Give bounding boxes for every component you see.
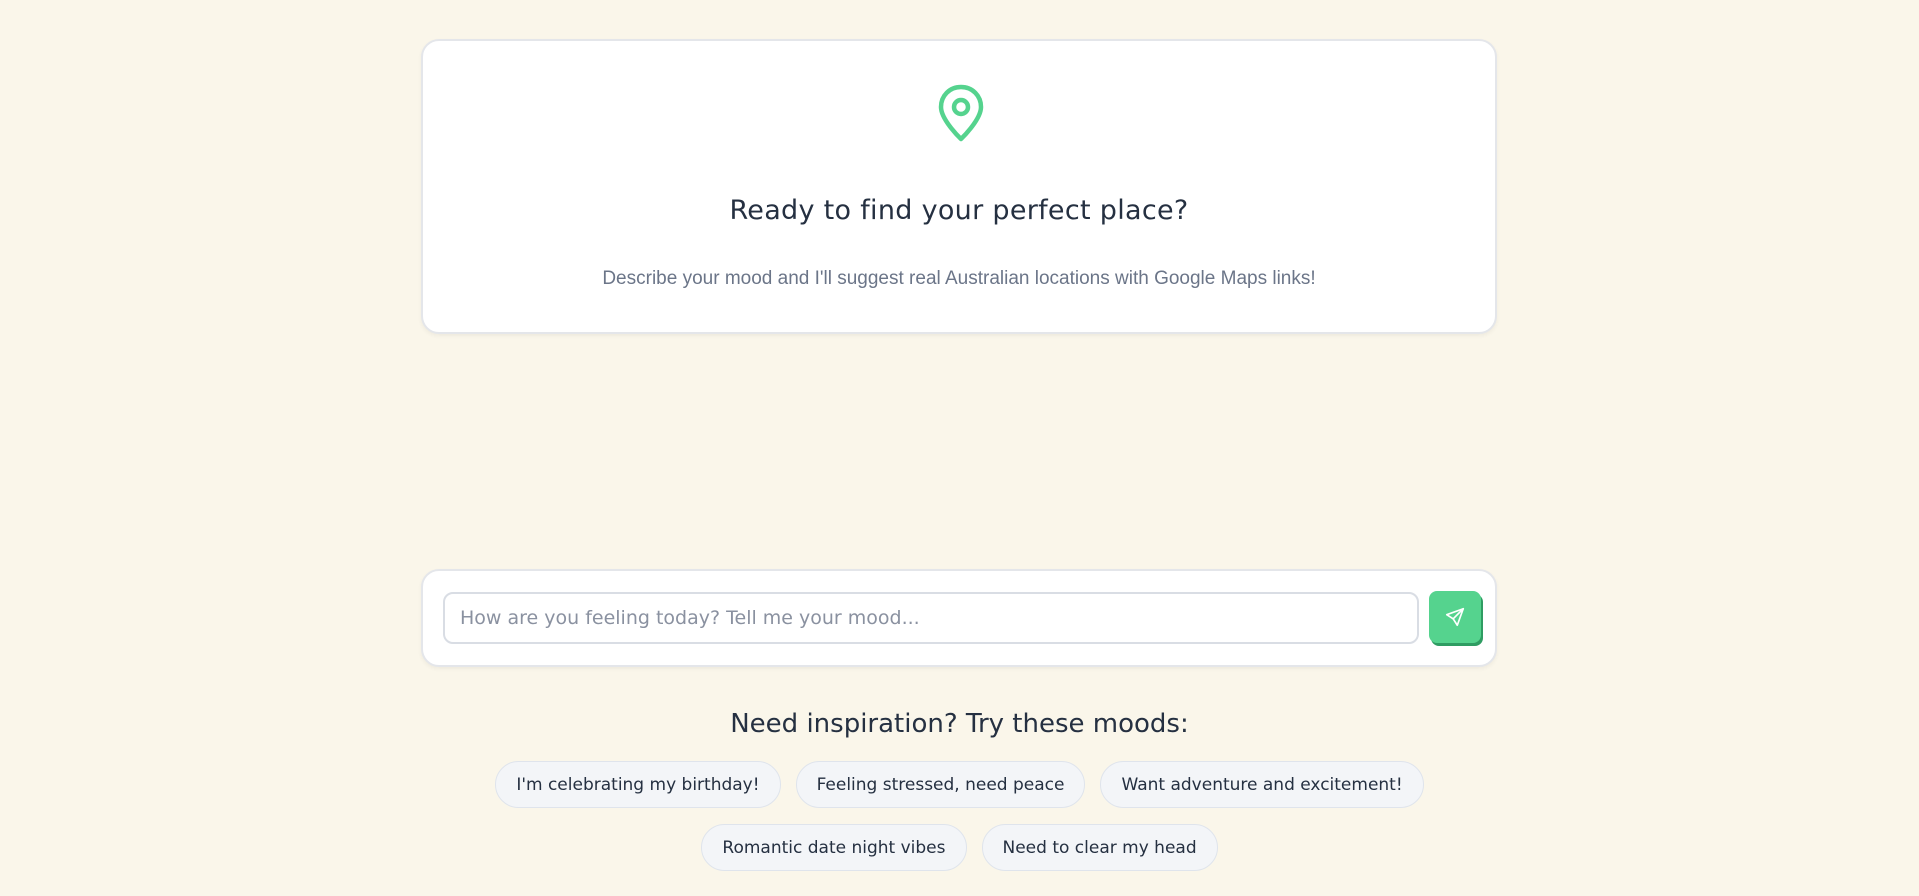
mood-suggestion-stressed[interactable]: Feeling stressed, need peace xyxy=(795,761,1086,808)
welcome-card: Ready to find your perfect place? Descri… xyxy=(421,39,1497,334)
mood-input[interactable] xyxy=(443,592,1419,644)
mood-suggestion-clear-head[interactable]: Need to clear my head xyxy=(981,824,1218,871)
mood-suggestions-row-2: Romantic date night vibes Need to clear … xyxy=(0,824,1919,871)
welcome-subtitle: Describe your mood and I'll suggest real… xyxy=(602,268,1316,289)
send-button[interactable] xyxy=(1429,591,1481,643)
mood-suggestion-romantic[interactable]: Romantic date night vibes xyxy=(701,824,967,871)
mood-suggestions-row-1: I'm celebrating my birthday! Feeling str… xyxy=(0,761,1919,808)
mood-composer xyxy=(421,569,1497,667)
mood-suggestion-adventure[interactable]: Want adventure and excitement! xyxy=(1100,761,1424,808)
send-icon xyxy=(1445,607,1465,627)
mood-suggestion-birthday[interactable]: I'm celebrating my birthday! xyxy=(495,761,781,808)
map-pin-icon xyxy=(938,84,984,142)
inspiration-heading: Need inspiration? Try these moods: xyxy=(730,709,1189,739)
welcome-title: Ready to find your perfect place? xyxy=(729,195,1189,226)
page: Ready to find your perfect place? Descri… xyxy=(0,0,1919,896)
